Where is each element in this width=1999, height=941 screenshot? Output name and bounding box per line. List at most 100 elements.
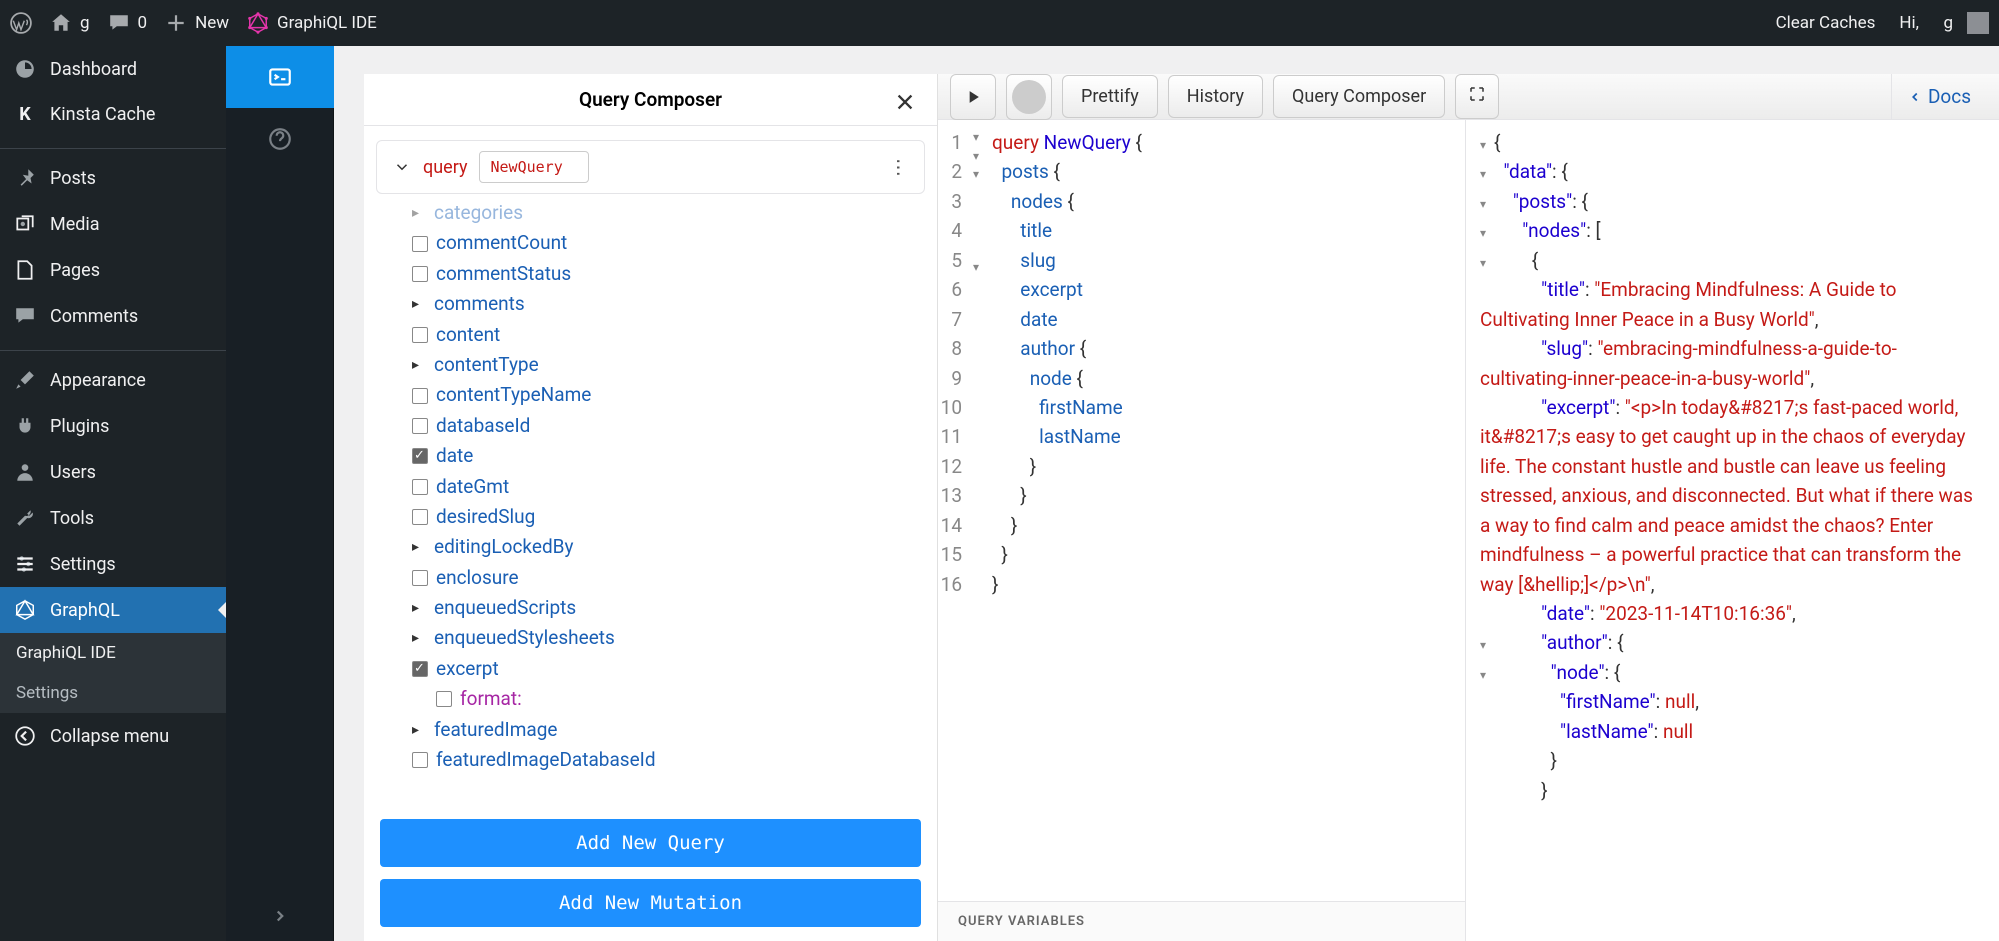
chevron-right-icon — [271, 907, 289, 925]
new-label: New — [195, 13, 229, 33]
checkbox-icon[interactable] — [412, 236, 428, 252]
checkbox-icon[interactable] — [412, 327, 428, 343]
field-row-comments[interactable]: ▸comments — [412, 289, 917, 319]
composer-fields-list[interactable]: ▸categoriescommentCountcommentStatus▸com… — [364, 194, 937, 805]
field-row-format[interactable]: format: — [436, 684, 917, 714]
sidebar-subitem-graphiql-ide[interactable]: GraphiQL IDE — [0, 633, 226, 673]
rail-expand[interactable] — [226, 891, 334, 941]
user-avatar-button[interactable] — [1006, 74, 1052, 120]
fullscreen-button[interactable] — [1455, 74, 1499, 119]
field-row-content[interactable]: content — [412, 320, 917, 350]
sidebar-item-posts[interactable]: Posts — [0, 155, 226, 201]
field-row-commentstatus[interactable]: commentStatus — [412, 259, 917, 289]
site-home[interactable]: g — [50, 12, 90, 34]
docs-button[interactable]: Docs — [1891, 74, 1987, 119]
sidebar-item-tools[interactable]: Tools — [0, 495, 226, 541]
sidebar-item-pages[interactable]: Pages — [0, 247, 226, 293]
field-row-enqueuedscripts[interactable]: ▸enqueuedScripts — [412, 593, 917, 623]
sidebar-item-graphql[interactable]: GraphQL — [0, 587, 226, 633]
field-row-date[interactable]: date — [412, 441, 917, 471]
field-row-excerpt[interactable]: excerpt — [412, 654, 917, 684]
field-label: commentStatus — [436, 259, 571, 289]
field-row-contenttype[interactable]: ▸contentType — [412, 350, 917, 380]
add-new-mutation-button[interactable]: Add New Mutation — [380, 879, 921, 927]
sidebar-separator — [0, 345, 226, 351]
fold-gutter[interactable]: ▾▾▾ ▾ — [968, 120, 984, 901]
field-label: featuredImageDatabaseId — [436, 745, 656, 775]
add-new-query-button[interactable]: Add New Query — [380, 819, 921, 867]
query-composer-button[interactable]: Query Composer — [1273, 75, 1445, 118]
avatar-icon — [1012, 80, 1046, 114]
rail-composer-tab[interactable] — [226, 46, 334, 108]
checkbox-icon[interactable] — [412, 509, 428, 525]
result-pane[interactable]: ▾ {▾ "data": {▾ "posts": {▾ "nodes": [▾ … — [1466, 120, 1999, 941]
query-editor[interactable]: 12345678910111213141516 ▾▾▾ ▾ query NewQ… — [938, 120, 1465, 901]
field-row-dimmed[interactable]: ▸categories — [412, 198, 917, 228]
checkbox-icon[interactable] — [412, 479, 428, 495]
field-label: contentTypeName — [436, 380, 591, 410]
close-icon — [894, 91, 916, 113]
graphql-icon — [247, 12, 269, 34]
field-row-dategmt[interactable]: dateGmt — [412, 472, 917, 502]
pin-icon — [14, 167, 36, 189]
rail-help-tab[interactable] — [226, 108, 334, 170]
sidebar-item-media[interactable]: Media — [0, 201, 226, 247]
sidebar-item-kinsta[interactable]: KKinsta Cache — [0, 92, 226, 137]
code-lines[interactable]: query NewQuery { posts { nodes { title s… — [984, 120, 1150, 901]
wp-admin-bar: g 0 New GraphiQL IDE Clear Caches Hi, g — [0, 0, 1999, 46]
execute-button[interactable] — [950, 74, 996, 120]
field-row-editinglockedby[interactable]: ▸editingLockedBy — [412, 532, 917, 562]
field-row-contenttypename[interactable]: contentTypeName — [412, 380, 917, 410]
sidebar-item-plugins[interactable]: Plugins — [0, 403, 226, 449]
clear-caches[interactable]: Clear Caches — [1776, 13, 1876, 33]
graphiql-ide-label: GraphiQL IDE — [277, 13, 377, 33]
field-row-databaseid[interactable]: databaseId — [412, 411, 917, 441]
composer-close-button[interactable] — [891, 88, 919, 116]
sidebar-label-plugins: Plugins — [50, 416, 109, 437]
new-content[interactable]: New — [165, 12, 229, 34]
comments-bubble[interactable]: 0 — [108, 12, 148, 34]
sidebar-item-dashboard[interactable]: Dashboard — [0, 46, 226, 92]
checkbox-icon[interactable] — [412, 418, 428, 434]
checkbox-icon[interactable] — [412, 752, 428, 768]
pages-icon — [14, 259, 36, 281]
checkbox-icon[interactable] — [412, 570, 428, 586]
field-row-enqueuedstylesheets[interactable]: ▸enqueuedStylesheets — [412, 623, 917, 653]
composer-query-row[interactable]: query ⋯ — [376, 140, 925, 194]
sidebar-label-media: Media — [50, 214, 100, 235]
field-row-desiredslug[interactable]: desiredSlug — [412, 502, 917, 532]
field-label: content — [436, 320, 500, 350]
sidebar-item-comments[interactable]: Comments — [0, 293, 226, 339]
checkbox-icon[interactable] — [412, 266, 428, 282]
sidebar-item-settings[interactable]: Settings — [0, 541, 226, 587]
kinsta-icon: K — [14, 104, 36, 125]
query-name-input[interactable] — [479, 151, 589, 183]
prettify-button[interactable]: Prettify — [1062, 75, 1158, 118]
terminal-icon — [267, 64, 293, 90]
sidebar-submenu-graphql: GraphiQL IDE Settings — [0, 633, 226, 713]
account-greeting[interactable]: Hi, g — [1899, 12, 1989, 34]
query-kebab-menu[interactable]: ⋯ — [887, 158, 910, 177]
field-row-featuredimagedatabaseid[interactable]: featuredImageDatabaseId — [412, 745, 917, 775]
checkbox-icon[interactable] — [412, 388, 428, 404]
field-row-commentcount[interactable]: commentCount — [412, 228, 917, 258]
sidebar-subitem-graphql-settings[interactable]: Settings — [0, 673, 226, 713]
checkbox-icon[interactable] — [412, 661, 428, 677]
editor-shell: Prettify History Query Composer Docs 123… — [938, 74, 1999, 941]
graphiql-ide-link[interactable]: GraphiQL IDE — [247, 12, 377, 34]
sidebar-label-collapse: Collapse menu — [50, 726, 169, 747]
checkbox-icon[interactable] — [412, 448, 428, 464]
line-gutter: 12345678910111213141516 — [938, 120, 968, 901]
sidebar-label-graphql: GraphQL — [50, 600, 120, 621]
sidebar-item-collapse[interactable]: Collapse menu — [0, 713, 226, 759]
field-row-enclosure[interactable]: enclosure — [412, 563, 917, 593]
history-button[interactable]: History — [1168, 75, 1263, 118]
query-variables-bar[interactable]: QUERY VARIABLES — [938, 901, 1465, 941]
checkbox-icon[interactable] — [436, 691, 452, 707]
sidebar-item-users[interactable]: Users — [0, 449, 226, 495]
help-icon — [267, 126, 293, 152]
field-row-featuredimage[interactable]: ▸featuredImage — [412, 715, 917, 745]
docs-label: Docs — [1928, 85, 1971, 108]
wp-logo[interactable] — [10, 12, 32, 34]
sidebar-item-appearance[interactable]: Appearance — [0, 357, 226, 403]
